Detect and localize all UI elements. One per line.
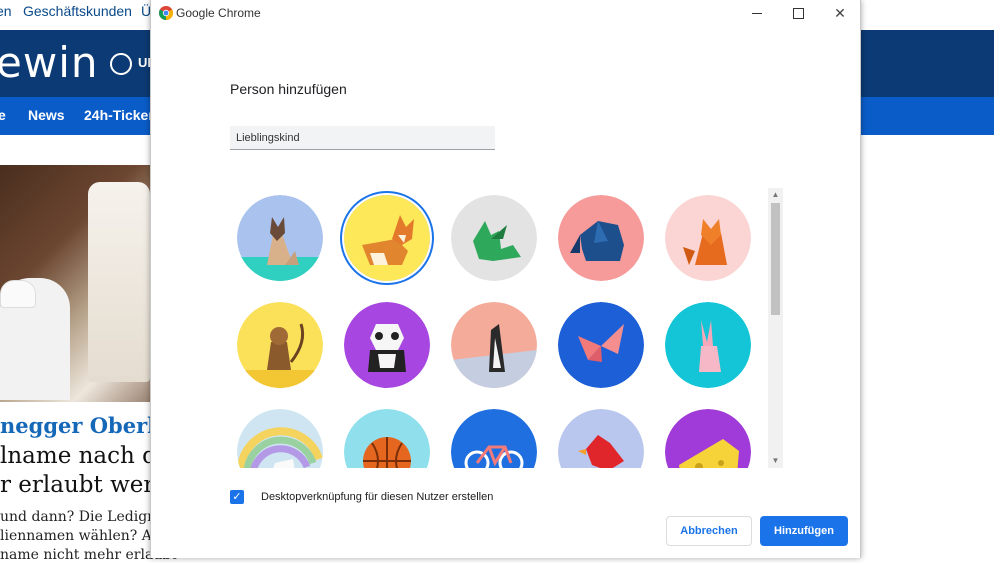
scroll-up-arrow-icon[interactable]: ▲ [768,188,783,202]
article-kicker[interactable]: negger Oberh [0,413,162,438]
avatar-scrollbar[interactable]: ▲ ▼ [768,188,783,468]
avatar-rabbit[interactable] [665,302,751,388]
desktop-shortcut-checkbox[interactable]: ✓ [230,490,244,504]
article-teaser-line: liennamen wählen? Abe [0,528,170,544]
avatar-cat[interactable] [237,195,323,281]
avatar-penguin[interactable] [451,302,537,388]
panda-icon [344,302,430,388]
article-photo-cake [88,182,150,382]
avatar-cheese[interactable] [665,409,751,468]
desktop-shortcut-label: Desktopverknüpfung für diesen Nutzer ers… [261,491,494,503]
maximize-button[interactable] [778,0,818,26]
site-nav-item-ticker[interactable]: 24h-Ticker [84,107,154,123]
site-nav-item-news[interactable]: News [28,107,65,123]
rabbit-icon [665,302,751,388]
monkey-icon [237,302,323,388]
scroll-thumb[interactable] [771,203,780,315]
maximize-icon [792,7,804,19]
add-button[interactable]: Hinzufügen [760,516,848,546]
avatar-monkey[interactable] [237,302,323,388]
person-name-input[interactable] [230,126,495,150]
cancel-button[interactable]: Abbrechen [666,516,752,546]
avatar-unicorn[interactable] [237,409,323,468]
dragon-icon [451,195,537,281]
bicycle-icon [451,409,537,468]
elephant-icon [558,195,644,281]
avatar-bird[interactable] [558,409,644,468]
avatar-fox[interactable] [665,195,751,281]
avatar-corgi[interactable] [344,195,430,281]
avatar-dragon[interactable] [451,195,537,281]
butterfly-icon [558,302,644,388]
penguin-icon [451,302,537,388]
avatar-bicycle[interactable] [451,409,537,468]
close-icon: ✕ [834,4,846,21]
cat-icon [237,195,323,281]
avatar-butterfly[interactable] [558,302,644,388]
cheese-icon [665,409,751,468]
corgi-icon [344,195,430,281]
fox-icon [665,195,751,281]
article-photo-chef-hat [0,280,36,308]
basketball-icon [344,409,430,468]
window-titlebar[interactable]: Google Chrome ✕ [151,0,860,26]
site-top-link[interactable]: en [0,3,12,19]
close-button[interactable]: ✕ [820,0,860,26]
dialog-heading: Person hinzufügen [230,81,347,97]
avatar-elephant[interactable] [558,195,644,281]
avatar-panda[interactable] [344,302,430,388]
site-top-link-business[interactable]: Geschäftskunden [23,3,132,19]
scroll-down-arrow-icon[interactable]: ▼ [768,454,783,468]
add-person-dialog: Google Chrome ✕ Person hinzufügen Liebli… [150,0,861,558]
unicorn-icon [237,409,323,468]
article-headline-line[interactable]: lname nach de [0,443,170,469]
football-icon [110,53,132,75]
bird-icon [558,409,644,468]
site-nav-item[interactable]: e [0,107,6,123]
minimize-icon [752,12,762,14]
window-title: Google Chrome [176,6,261,20]
minimize-button[interactable] [737,0,777,26]
chrome-icon [159,6,173,20]
avatar-grid [230,188,790,468]
site-logo[interactable]: ewin [0,38,98,87]
avatar-basketball[interactable] [344,409,430,468]
